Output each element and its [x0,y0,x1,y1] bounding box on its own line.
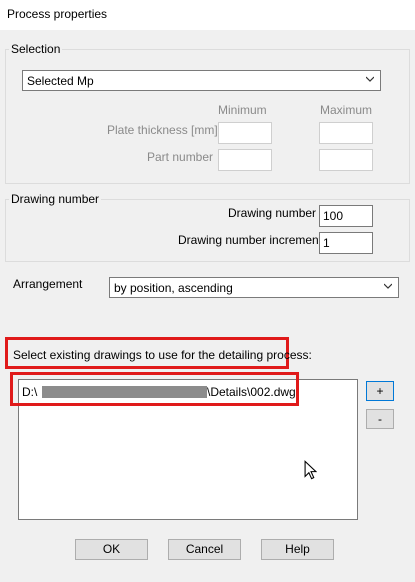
arrangement-dropdown-value: by position, ascending [114,281,233,295]
title-bar: Process properties [0,0,415,30]
existing-drawings-label: Select existing drawings to use for the … [13,348,312,362]
selection-dropdown[interactable]: Selected Mp [22,70,381,91]
help-button[interactable]: Help [261,539,334,560]
highlight-list-item [10,372,299,406]
drawing-number-increment-value: 1 [323,236,330,250]
plate-thickness-max-input[interactable] [319,122,373,144]
chevron-down-icon [366,76,374,82]
chevron-down-icon [384,283,392,289]
selection-dropdown-value: Selected Mp [27,74,94,88]
plate-thickness-label: Plate thickness [mm] [107,123,218,137]
cancel-button[interactable]: Cancel [168,539,241,560]
help-button-label: Help [285,542,310,556]
drawing-number-legend: Drawing number [9,192,102,206]
mouse-cursor-icon [304,460,317,480]
plate-thickness-min-input[interactable] [218,122,272,144]
drawing-number-input[interactable]: 100 [319,205,373,227]
part-number-label: Part number [147,150,214,164]
cancel-button-label: Cancel [185,542,224,556]
maximum-column-header: Maximum [320,103,373,117]
add-drawing-label: + [376,384,384,398]
part-number-max-input[interactable] [319,149,373,171]
ok-button[interactable]: OK [75,539,148,560]
arrangement-dropdown[interactable]: by position, ascending [109,277,399,298]
remove-drawing-button[interactable]: - [366,409,394,429]
ok-button-label: OK [102,542,121,556]
drawing-number-value: 100 [323,209,344,223]
drawing-number-increment-input[interactable]: 1 [319,232,373,254]
window-title: Process properties [7,7,108,21]
drawing-number-increment-label: Drawing number increment [178,233,323,247]
minimum-column-header: Minimum [218,103,267,117]
arrangement-label: Arrangement [13,277,83,291]
remove-drawing-label: - [378,412,382,426]
drawing-number-label: Drawing number [228,206,317,220]
part-number-min-input[interactable] [218,149,272,171]
selection-legend: Selection [9,42,63,56]
add-drawing-button[interactable]: + [366,381,394,401]
